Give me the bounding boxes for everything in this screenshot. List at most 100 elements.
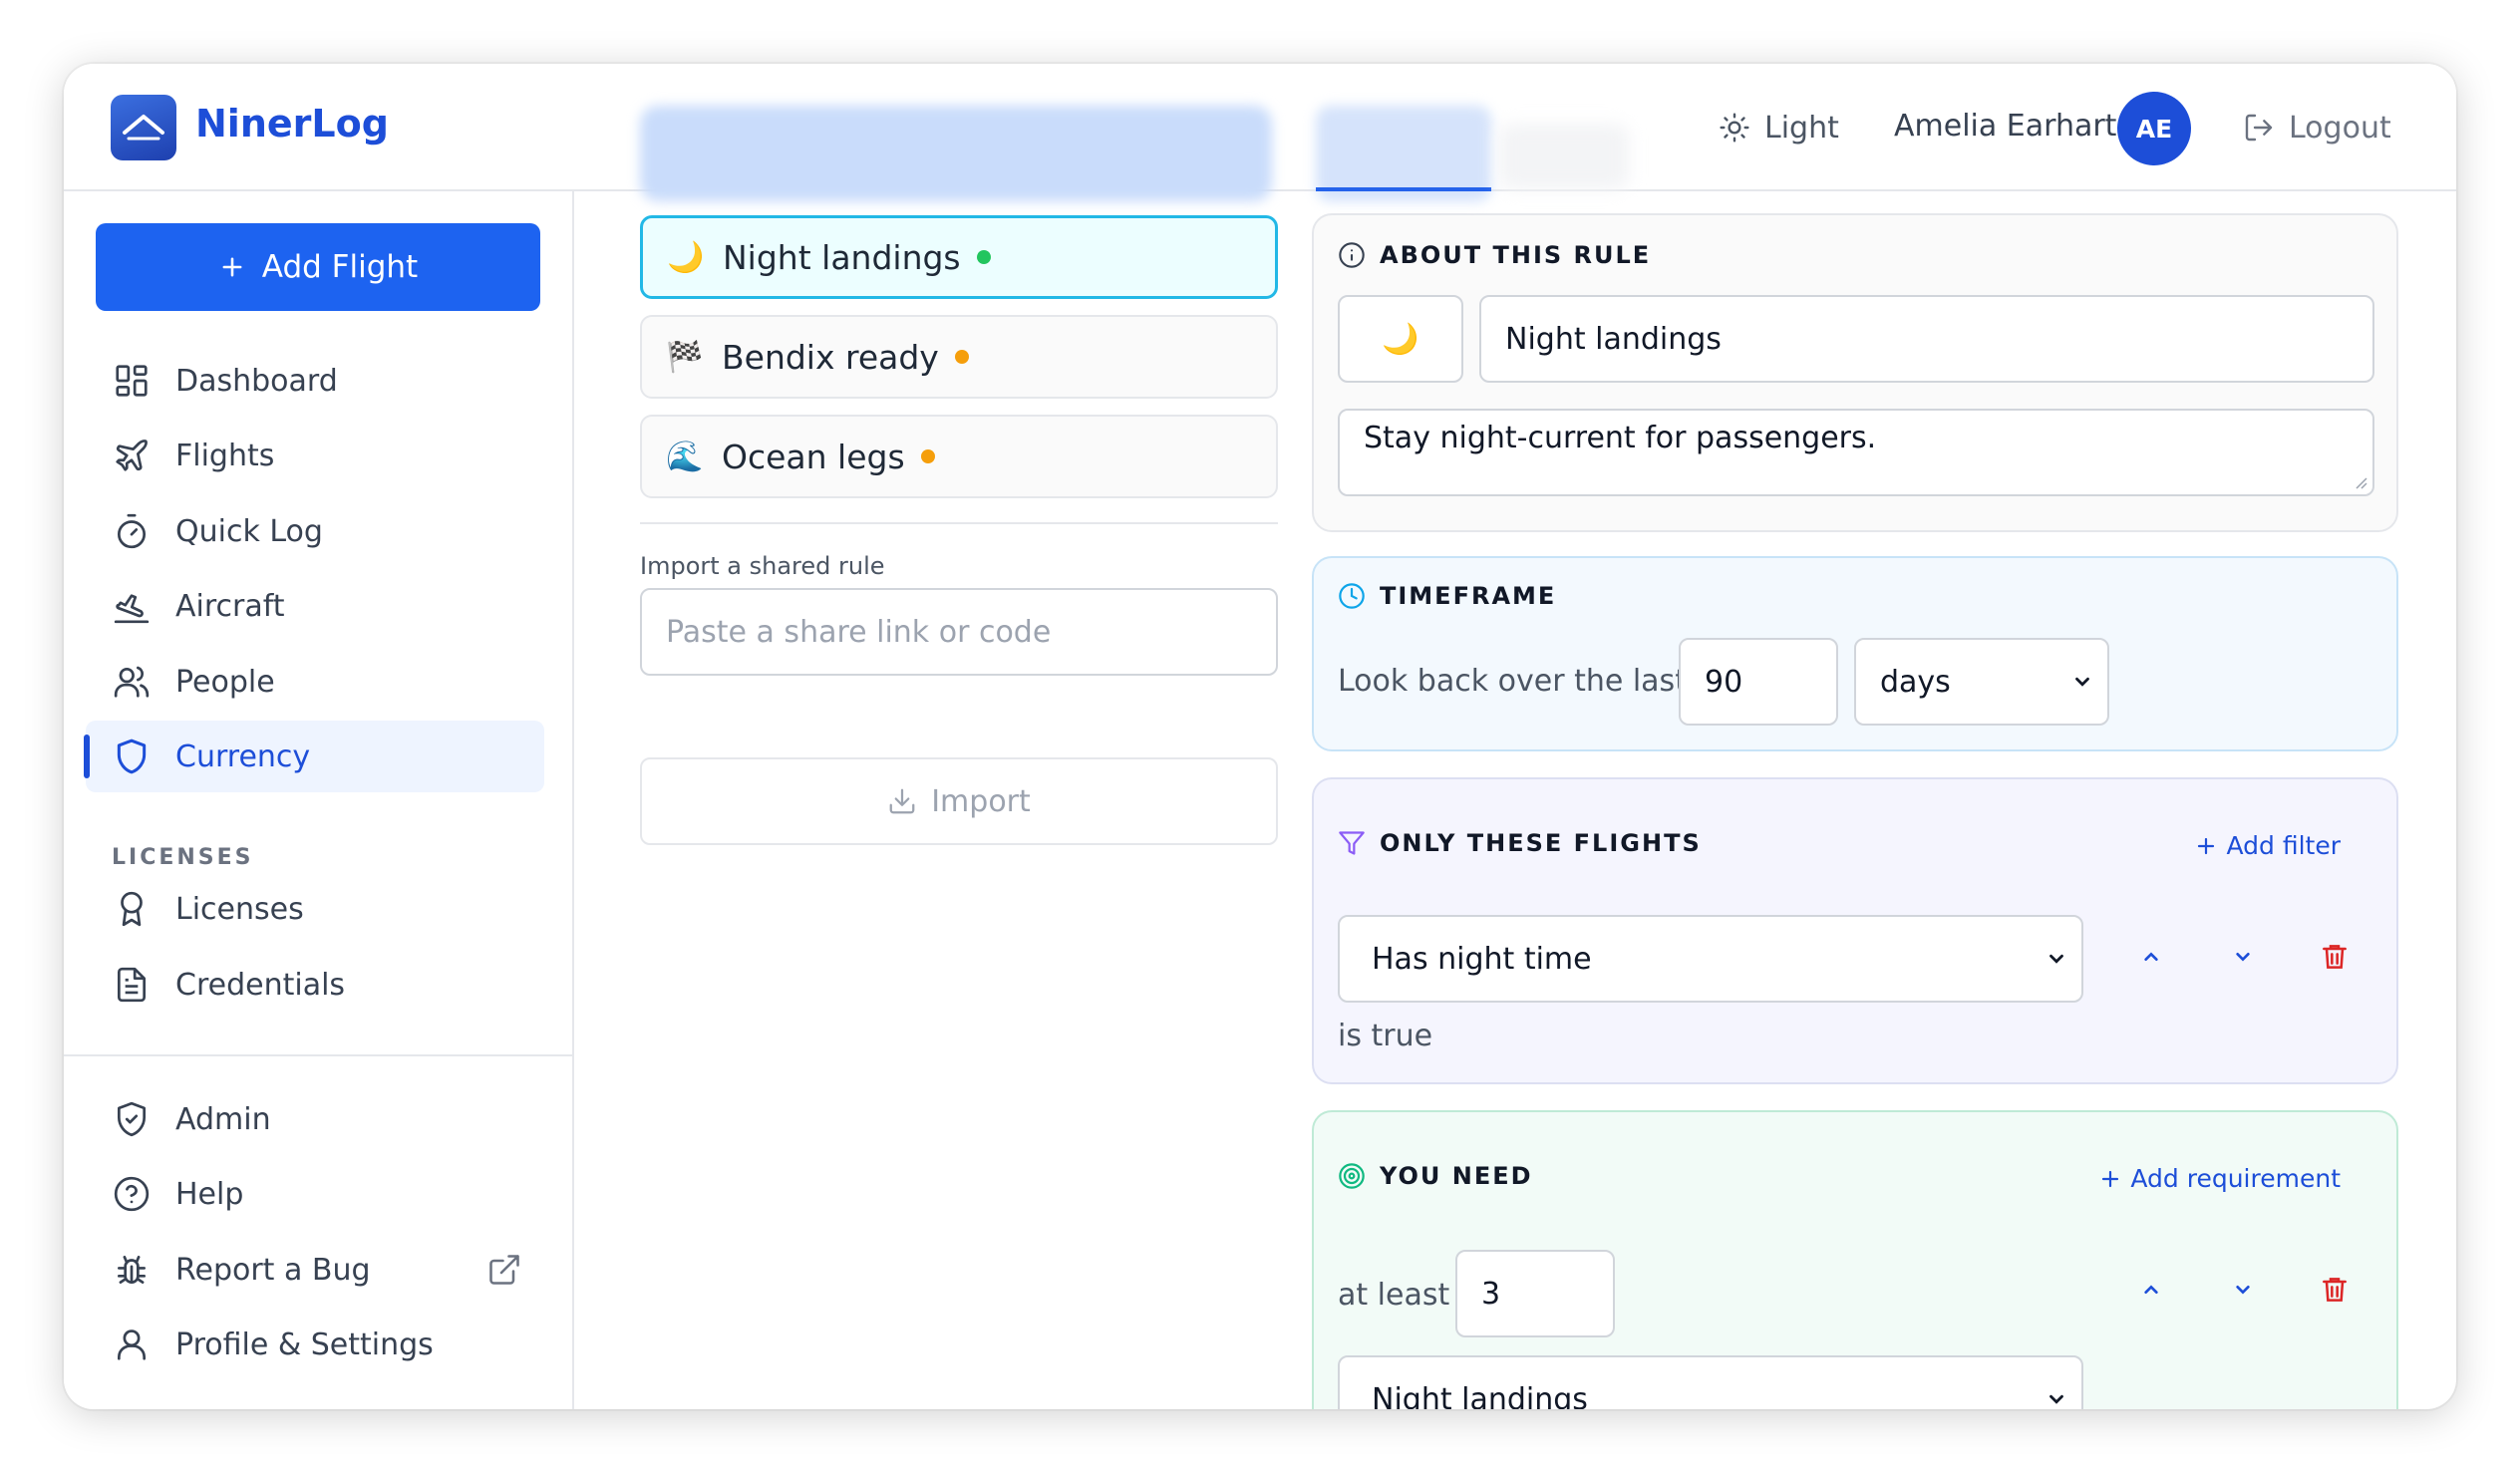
lookback-label: Look back over the last <box>1338 664 1687 699</box>
top-bar: NinerLog Light Amelia Earhart AE Logout <box>64 64 2456 201</box>
bug-icon <box>112 1250 152 1290</box>
requirements-title: YOU NEED <box>1338 1162 1533 1190</box>
external-link-icon <box>489 1255 519 1285</box>
requirements-title-text: YOU NEED <box>1380 1162 1533 1190</box>
requirement-count: 3 <box>1481 1276 1501 1312</box>
sidebar-item-credentials[interactable]: Credentials <box>86 949 544 1021</box>
document-icon <box>112 965 152 1005</box>
clock-icon <box>1339 583 1365 609</box>
emoji-picker[interactable]: 🌙 <box>1338 295 1463 383</box>
sidebar-item-label: Report a Bug <box>175 1252 371 1288</box>
resize-handle-icon[interactable] <box>2351 472 2368 490</box>
theme-toggle[interactable]: Light <box>1719 106 1839 149</box>
sidebar-divider <box>64 1054 574 1056</box>
timeframe-title-text: TIMEFRAME <box>1380 582 1557 610</box>
grid-icon <box>112 361 152 401</box>
timeframe-card: TIMEFRAME Look back over the last 90 day… <box>1312 556 2398 751</box>
add-flight-button[interactable]: Add Flight <box>96 223 540 311</box>
user-icon <box>112 1325 152 1364</box>
sidebar-item-label: Admin <box>175 1101 271 1137</box>
rule-emoji: 🏁 <box>666 339 704 375</box>
sidebar-item-dashboard[interactable]: Dashboard <box>86 345 544 417</box>
sidebar-item-licenses[interactable]: Licenses <box>86 873 544 945</box>
plus-icon <box>2102 1170 2119 1187</box>
logo-icon[interactable] <box>111 95 176 160</box>
share-code-placeholder: Paste a share link or code <box>666 614 1052 650</box>
move-down-icon[interactable] <box>2227 1274 2259 1306</box>
sidebar-item-label: Licenses <box>175 891 304 927</box>
sidebar-item-help[interactable]: Help <box>86 1158 544 1230</box>
rule-item-night-landings[interactable]: 🌙 Night landings <box>640 215 1278 299</box>
import-button[interactable]: Import <box>640 757 1278 845</box>
help-icon <box>112 1174 152 1214</box>
move-down-icon[interactable] <box>2227 941 2259 973</box>
avatar[interactable]: AE <box>2117 92 2191 165</box>
divider <box>640 522 1278 524</box>
rule-editor: ABOUT THIS RULE 🌙 Night landings Stay ni… <box>1312 191 2456 1409</box>
description-textarea[interactable]: Stay night-current for passengers. <box>1338 409 2374 496</box>
sidebar-item-people[interactable]: People <box>86 646 544 718</box>
sidebar-item-flights[interactable]: Flights <box>86 420 544 491</box>
rule-name-value: Night landings <box>1505 321 1722 357</box>
tab-underline <box>1316 187 1491 191</box>
sidebar-item-label: Help <box>175 1176 244 1212</box>
sidebar-item-label: Currency <box>175 738 311 774</box>
download-icon <box>889 788 915 814</box>
plus-icon <box>2198 837 2215 854</box>
sidebar-item-label: Flights <box>175 438 275 473</box>
add-filter-button[interactable]: Add filter <box>2194 831 2341 860</box>
plus-icon <box>222 257 242 277</box>
trash-icon[interactable] <box>2319 1274 2351 1306</box>
shield-check-icon <box>112 1099 152 1139</box>
rules-column: 🌙 Night landings 🏁 Bendix ready 🌊 Ocean … <box>640 191 1278 1409</box>
timeframe-title: TIMEFRAME <box>1338 582 1556 610</box>
lookback-unit-select[interactable]: days <box>1854 638 2109 726</box>
move-up-icon[interactable] <box>2135 1274 2167 1306</box>
rule-item-ocean-legs[interactable]: 🌊 Ocean legs <box>640 415 1278 498</box>
add-requirement-label: Add requirement <box>2130 1164 2341 1193</box>
lookback-value: 90 <box>1705 664 1743 700</box>
blurred-tab <box>640 106 1272 201</box>
about-title-text: ABOUT THIS RULE <box>1380 241 1652 269</box>
sidebar-item-admin[interactable]: Admin <box>86 1083 544 1155</box>
lookback-value-input[interactable]: 90 <box>1679 638 1838 726</box>
filters-title: ONLY THESE FLIGHTS <box>1338 829 1702 857</box>
about-card: ABOUT THIS RULE 🌙 Night landings Stay ni… <box>1312 213 2398 532</box>
import-label: Import a shared rule <box>640 552 885 580</box>
filter-field-select[interactable]: Has night time <box>1338 915 2083 1003</box>
sidebar-item-currency[interactable]: Currency <box>84 721 544 792</box>
sidebar-item-label: Aircraft <box>175 588 285 624</box>
target-icon <box>1339 1163 1365 1189</box>
stopwatch-icon <box>112 511 152 551</box>
requirement-count-input[interactable]: 3 <box>1455 1250 1615 1337</box>
sidebar-item-label: Quick Log <box>175 513 323 549</box>
about-title: ABOUT THIS RULE <box>1338 241 1651 269</box>
sidebar-item-profile-settings[interactable]: Profile & Settings <box>86 1309 544 1380</box>
sidebar: Add Flight Dashboard Flights Quick Log A… <box>64 191 574 1409</box>
info-icon <box>1339 242 1365 268</box>
rule-item-bendix-ready[interactable]: 🏁 Bendix ready <box>640 315 1278 399</box>
rule-name-input[interactable]: Night landings <box>1479 295 2374 383</box>
trash-icon[interactable] <box>2319 941 2351 973</box>
filters-title-text: ONLY THESE FLIGHTS <box>1380 829 1702 857</box>
blurred-tab <box>1499 124 1629 189</box>
rule-name: Ocean legs <box>722 437 905 476</box>
plane-landing-icon <box>112 586 152 626</box>
add-requirement-button[interactable]: Add requirement <box>2098 1164 2341 1193</box>
sidebar-item-aircraft[interactable]: Aircraft <box>86 570 544 642</box>
logout-icon <box>2245 114 2273 142</box>
requirement-metric-select[interactable]: Night landings <box>1338 1355 2083 1409</box>
chevron-down-icon <box>2075 677 2089 687</box>
requirement-metric: Night landings <box>1372 1381 1588 1410</box>
brand-name[interactable]: NinerLog <box>195 102 389 146</box>
move-up-icon[interactable] <box>2135 941 2167 973</box>
filter-field: Has night time <box>1372 941 1592 977</box>
share-code-input[interactable]: Paste a share link or code <box>640 588 1278 676</box>
sidebar-item-quick-log[interactable]: Quick Log <box>86 495 544 567</box>
logout-button[interactable]: Logout <box>2243 106 2391 149</box>
lookback-unit: days <box>1880 664 1951 700</box>
sidebar-item-label: People <box>175 664 275 700</box>
licenses-heading: LICENSES <box>112 845 254 870</box>
sidebar-item-report-bug[interactable]: Report a Bug <box>86 1234 544 1306</box>
users-icon <box>112 662 152 702</box>
